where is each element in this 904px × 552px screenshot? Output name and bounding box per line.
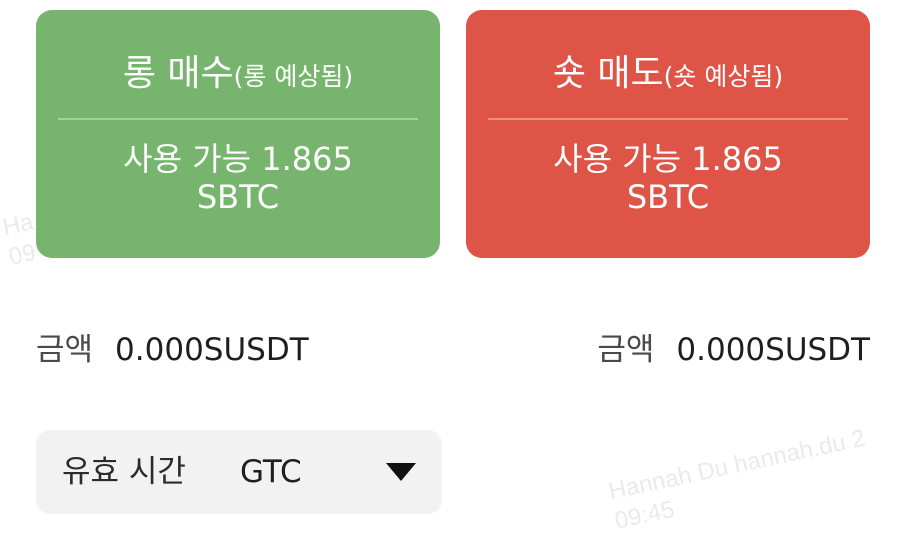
short-sell-divider [488, 118, 848, 120]
short-sell-available-amount: 사용 가능 1.865 [553, 140, 783, 178]
long-amount-row: 금액 0.000SUSDT [36, 330, 309, 370]
watermark-line: Ha [0, 208, 36, 242]
short-sell-subtitle: (숏 예상됨) [663, 62, 784, 91]
long-buy-title-row: 롱 매수(롱 예상됨) [36, 44, 440, 110]
short-sell-title-row: 숏 매도(숏 예상됨) [466, 44, 870, 110]
short-sell-available: 사용 가능 1.865 SBTC [466, 140, 870, 216]
short-amount-label: 금액 [597, 332, 655, 368]
long-buy-subtitle: (롱 예상됨) [233, 62, 354, 91]
long-buy-button[interactable]: 롱 매수(롱 예상됨) 사용 가능 1.865 SBTC [36, 10, 440, 258]
watermark-time: 09:45 [612, 495, 677, 535]
short-amount-value: 0.000SUSDT [676, 332, 870, 368]
short-sell-available-unit: SBTC [626, 178, 710, 216]
long-buy-available: 사용 가능 1.865 SBTC [36, 140, 440, 216]
short-sell-button[interactable]: 숏 매도(숏 예상됨) 사용 가능 1.865 SBTC [466, 10, 870, 258]
long-buy-title: 롱 매수 [122, 53, 234, 94]
short-amount-row: 금액 0.000SUSDT [597, 330, 870, 370]
watermark-time: 09 [6, 238, 39, 271]
short-sell-title: 숏 매도 [552, 53, 664, 94]
watermark: Hannah Du hannah.du 2 09:45 [606, 424, 874, 537]
long-buy-available-amount: 사용 가능 1.865 [123, 140, 353, 178]
watermark-line: Hannah Du hannah.du 2 [606, 424, 868, 506]
time-in-force-dropdown[interactable]: 유효 시간 GTC [36, 430, 442, 514]
order-panel: 롱 매수(롱 예상됨) 사용 가능 1.865 SBTC 숏 매도(숏 예상됨)… [0, 0, 904, 552]
time-in-force-label: 유효 시간 [62, 454, 186, 490]
long-buy-divider [58, 118, 418, 120]
long-buy-available-unit: SBTC [196, 178, 280, 216]
caret-down-icon [386, 463, 416, 481]
long-amount-value: 0.000SUSDT [115, 332, 309, 368]
time-in-force-value: GTC [240, 454, 302, 490]
long-amount-label: 금액 [36, 332, 94, 368]
